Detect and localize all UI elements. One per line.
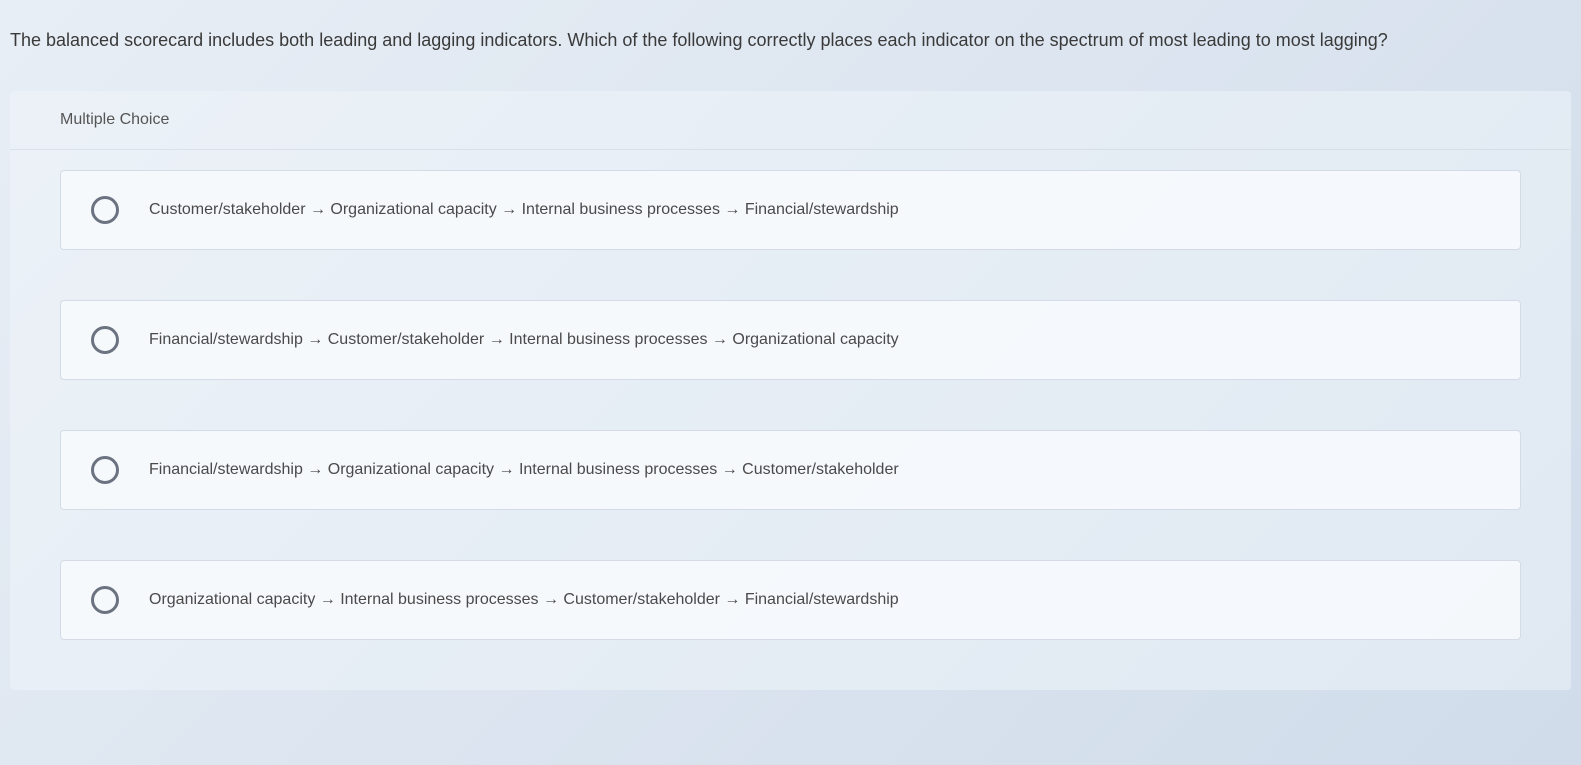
radio-icon bbox=[91, 196, 119, 224]
option-a-label: Customer/stakeholder → Organizational ca… bbox=[149, 201, 899, 219]
multiple-choice-container: Multiple Choice Customer/stakeholder → O… bbox=[10, 91, 1571, 690]
option-d-label: Organizational capacity → Internal busin… bbox=[149, 591, 899, 609]
option-b-label: Financial/stewardship → Customer/stakeho… bbox=[149, 331, 899, 349]
section-header: Multiple Choice bbox=[10, 91, 1571, 150]
option-b[interactable]: Financial/stewardship → Customer/stakeho… bbox=[60, 300, 1521, 380]
option-d[interactable]: Organizational capacity → Internal busin… bbox=[60, 560, 1521, 640]
radio-icon bbox=[91, 326, 119, 354]
radio-icon bbox=[91, 456, 119, 484]
option-c-label: Financial/stewardship → Organizational c… bbox=[149, 461, 899, 479]
options-list: Customer/stakeholder → Organizational ca… bbox=[10, 150, 1571, 640]
option-c[interactable]: Financial/stewardship → Organizational c… bbox=[60, 430, 1521, 510]
option-a[interactable]: Customer/stakeholder → Organizational ca… bbox=[60, 170, 1521, 250]
radio-icon bbox=[91, 586, 119, 614]
question-prompt: The balanced scorecard includes both lea… bbox=[0, 0, 1581, 71]
